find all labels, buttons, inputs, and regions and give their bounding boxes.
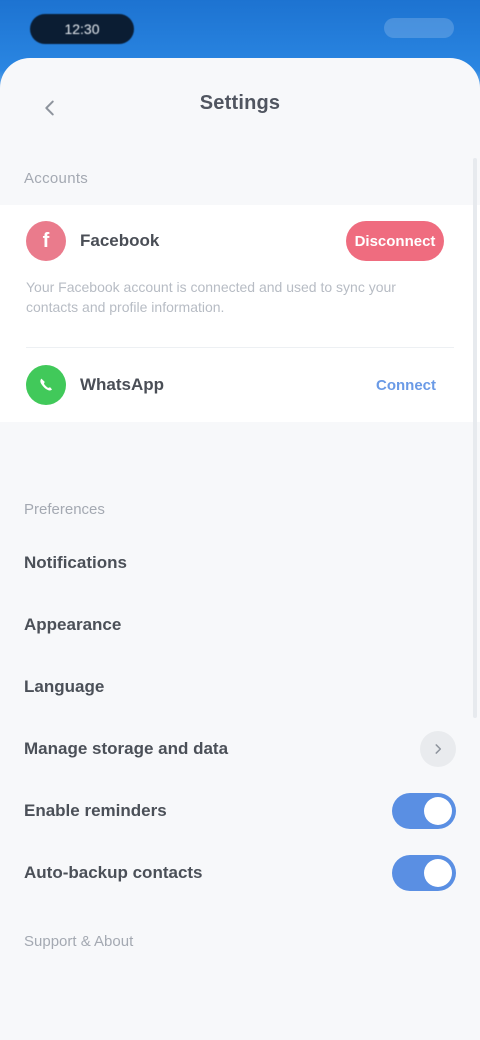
toggle-knob	[424, 859, 452, 887]
status-icons	[384, 18, 454, 38]
section-header-accounts: Accounts	[24, 170, 89, 187]
settings-item-label: Manage storage and data	[24, 739, 229, 758]
toggle-knob	[424, 797, 452, 825]
settings-item-reminders: Enable reminders	[0, 780, 480, 842]
settings-item-backup: Auto-backup contacts	[0, 842, 480, 904]
disconnect-facebook-button[interactable]: Disconnect	[346, 221, 444, 261]
chevron-right-icon	[420, 731, 456, 767]
reminders-toggle[interactable]	[392, 793, 456, 829]
facebook-icon: f	[26, 221, 66, 261]
scrollbar[interactable]	[473, 158, 477, 718]
settings-item-storage[interactable]: Manage storage and data	[0, 718, 480, 780]
settings-item-language[interactable]: Language	[0, 656, 480, 718]
status-bar: 12:30	[0, 0, 480, 54]
settings-item-label: Appearance	[24, 615, 122, 634]
section-header-preferences: Preferences	[24, 500, 105, 518]
settings-item-notifications[interactable]: Notifications	[0, 532, 480, 594]
backup-toggle[interactable]	[392, 855, 456, 891]
nav-bar: Settings	[0, 58, 480, 154]
accounts-card: f Facebook Disconnect Your Facebook acco…	[0, 205, 480, 422]
settings-item-appearance[interactable]: Appearance	[0, 594, 480, 656]
section-gap	[0, 422, 480, 486]
phone-icon	[40, 378, 52, 391]
whatsapp-icon	[26, 365, 66, 405]
account-row-whatsapp: WhatsApp Connect	[26, 348, 454, 422]
settings-item-label: Auto-backup contacts	[24, 863, 203, 882]
status-time: 12:30	[30, 14, 134, 44]
facebook-description: Your Facebook account is connected and u…	[26, 279, 396, 315]
settings-item-label: Notifications	[24, 553, 127, 572]
connect-whatsapp-link[interactable]: Connect	[376, 377, 436, 394]
section-header-support: Support & About	[24, 932, 134, 950]
preferences-list: Preferences Notifications Appearance Lan…	[0, 486, 480, 964]
account-name-whatsapp: WhatsApp	[80, 375, 165, 394]
account-row-facebook: f Facebook Disconnect	[26, 205, 454, 277]
account-name-facebook: Facebook	[80, 231, 160, 250]
settings-sheet: Settings Accounts f Facebook Disconnect …	[0, 58, 480, 1040]
page-title: Settings	[199, 92, 281, 114]
settings-item-label: Enable reminders	[24, 801, 167, 820]
settings-item-label: Language	[24, 677, 105, 696]
